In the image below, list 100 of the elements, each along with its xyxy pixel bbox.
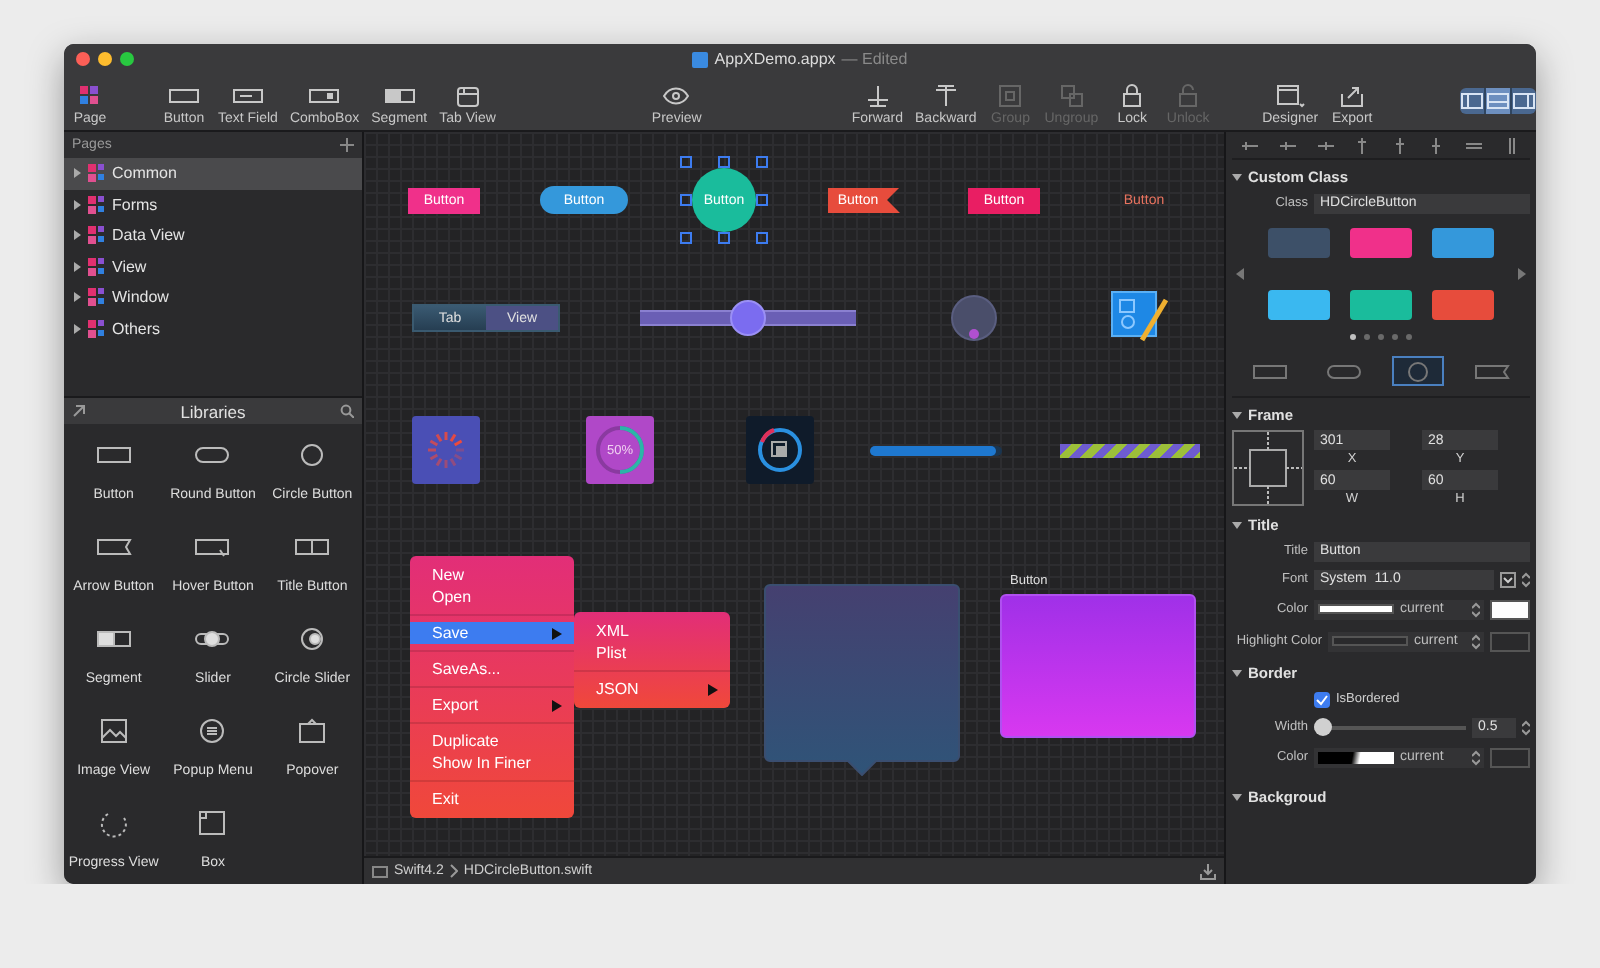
squares-icon — [88, 226, 106, 245]
menu-item[interactable]: JSON — [574, 678, 730, 700]
page-item[interactable]: Others — [64, 313, 362, 344]
combobox-icon — [308, 84, 341, 108]
page-item[interactable]: Forms — [64, 189, 362, 220]
edited-status: — Edited — [841, 50, 908, 68]
menu-item[interactable]: XML — [574, 620, 730, 642]
style-swatch[interactable] — [1432, 290, 1494, 320]
slider-thumb[interactable] — [1313, 717, 1332, 735]
page-item[interactable]: View — [64, 251, 362, 282]
circle-slider-drawing — [950, 294, 998, 342]
menu-item[interactable]: Duplicate — [410, 730, 574, 752]
menu-item[interactable]: Export — [410, 694, 574, 716]
expanded-triangle-icon[interactable] — [1232, 519, 1242, 529]
align-icon[interactable] — [1242, 137, 1259, 153]
page-item[interactable]: Common — [64, 158, 362, 189]
style-swatch[interactable] — [1268, 290, 1330, 320]
chevron-icon — [449, 864, 458, 878]
panel-layout-icon — [1486, 91, 1511, 109]
expanded-triangle-icon[interactable] — [1232, 409, 1242, 419]
slider-track[interactable] — [640, 300, 856, 336]
collapsed-triangle-icon[interactable] — [72, 230, 82, 241]
color-well[interactable] — [1490, 599, 1530, 619]
page-item[interactable]: Window — [64, 282, 362, 313]
selection-handles-drawing — [680, 156, 768, 244]
expanded-triangle-icon[interactable] — [1232, 791, 1242, 801]
align-icon[interactable] — [1317, 137, 1334, 153]
layout-toggle-button[interactable] — [1460, 87, 1487, 113]
download-icon[interactable] — [1200, 863, 1216, 879]
menu-item[interactable]: Open — [410, 586, 574, 608]
menu-item[interactable]: Save — [410, 622, 574, 644]
tab-view-icon — [451, 84, 484, 108]
stepper-icon[interactable] — [1472, 749, 1480, 765]
menu-item[interactable]: Exit — [410, 788, 574, 810]
align-icon[interactable] — [1354, 137, 1371, 153]
page-dot[interactable] — [1364, 334, 1370, 340]
align-icon[interactable] — [1466, 137, 1483, 153]
menu-item[interactable]: Show In Finer — [410, 752, 574, 774]
squares-icon — [88, 195, 106, 214]
close-button[interactable] — [76, 52, 90, 66]
window-title: AppXDemo.appx — [714, 50, 836, 68]
collapsed-triangle-icon[interactable] — [72, 323, 82, 334]
export-icon — [1336, 84, 1369, 108]
rectangle-icon — [168, 84, 200, 108]
collapsed-triangle-icon[interactable] — [72, 168, 82, 179]
panel-layout-icon — [1512, 91, 1536, 109]
collapsed-triangle-icon[interactable] — [72, 199, 82, 210]
expanded-triangle-icon[interactable] — [1232, 171, 1242, 181]
text-field-icon — [231, 84, 264, 108]
color-well[interactable] — [1490, 747, 1530, 767]
style-swatch[interactable] — [1350, 228, 1412, 258]
page-dot[interactable] — [1378, 334, 1384, 340]
gradient-bar — [1318, 751, 1394, 763]
shape-option[interactable] — [1392, 356, 1445, 386]
menu-item[interactable]: SaveAs... — [410, 658, 574, 680]
menu-item[interactable]: New — [410, 564, 574, 586]
color-well[interactable] — [1490, 631, 1530, 651]
squares-icon — [88, 319, 106, 338]
collapsed-triangle-icon[interactable] — [72, 292, 82, 303]
window-icon — [1274, 84, 1307, 108]
style-swatch[interactable] — [1432, 228, 1494, 258]
stepper-icon[interactable] — [1472, 601, 1480, 617]
align-icon[interactable] — [1391, 137, 1408, 153]
checkbox[interactable] — [1314, 691, 1330, 707]
collapsed-triangle-icon[interactable] — [72, 261, 82, 272]
minimize-button[interactable] — [98, 52, 112, 66]
menu-item[interactable]: Plist — [574, 642, 730, 664]
add-icon[interactable] — [340, 138, 354, 152]
page-dot[interactable] — [1392, 334, 1398, 340]
page-dot[interactable] — [1350, 334, 1356, 340]
stepper-icon[interactable] — [1522, 719, 1530, 735]
stepper-icon[interactable] — [1522, 571, 1530, 587]
page-item[interactable]: Data View — [64, 220, 362, 251]
dropdown-icon[interactable] — [1500, 571, 1516, 587]
align-icon[interactable] — [1279, 137, 1296, 153]
expanded-triangle-icon[interactable] — [1232, 667, 1242, 677]
squares-icon — [88, 288, 106, 307]
autoresizing-drawing — [1232, 430, 1304, 506]
libraries-heading: Libraries — [180, 401, 246, 421]
group-icon — [994, 84, 1027, 108]
segmented-control-icon — [383, 84, 416, 108]
style-swatch[interactable] — [1268, 228, 1330, 258]
layout-toggle-button[interactable] — [1512, 87, 1536, 113]
shape-icon — [1323, 359, 1364, 383]
expand-arrow-icon[interactable] — [72, 404, 86, 418]
zoom-button[interactable] — [120, 52, 134, 66]
document-icon — [692, 51, 709, 67]
style-swatch[interactable] — [1350, 290, 1412, 320]
right-arrow-icon[interactable] — [1518, 268, 1526, 280]
slider-thumb[interactable] — [730, 300, 766, 336]
left-arrow-icon[interactable] — [1236, 268, 1244, 280]
align-icon[interactable] — [1503, 137, 1520, 153]
shape-icon — [1249, 359, 1290, 383]
page-dot[interactable] — [1406, 334, 1412, 340]
search-icon[interactable] — [339, 404, 354, 418]
stepper-icon[interactable] — [1472, 633, 1480, 649]
squares-icon — [88, 257, 106, 276]
layout-toggle-button[interactable] — [1486, 87, 1513, 113]
align-icon[interactable] — [1428, 137, 1445, 153]
panel-layout-icon — [1460, 91, 1485, 109]
